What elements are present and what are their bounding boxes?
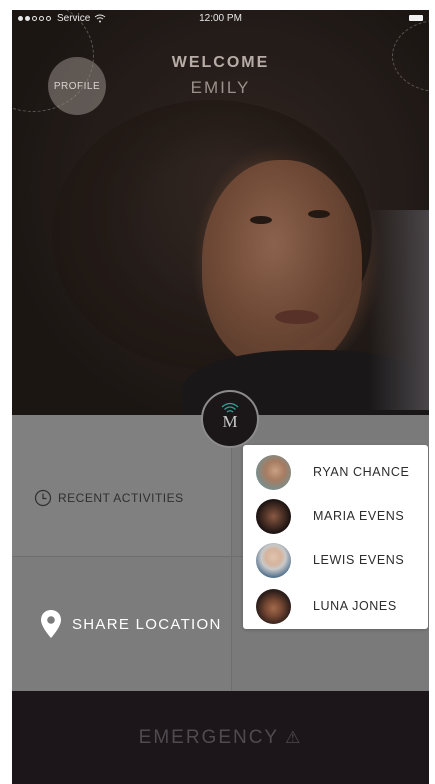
m-button-letter: M: [222, 412, 238, 431]
share-location-label: SHARE LOCATION: [72, 615, 222, 633]
contact-item[interactable]: MARIA EVENS: [243, 494, 428, 538]
app-screen: Service 12:00 PM PROFILE WELCOME EMILY R…: [12, 10, 429, 784]
contact-avatar: [256, 454, 291, 490]
status-time: 12:00 PM: [199, 13, 242, 24]
contact-item[interactable]: RYAN CHANCE: [243, 450, 428, 494]
user-name: EMILY: [190, 78, 251, 97]
contact-name: MARIA EVENS: [313, 509, 405, 523]
share-location-tile[interactable]: SHARE LOCATION: [12, 557, 232, 691]
contact-avatar: [256, 542, 291, 578]
contact-avatar: [256, 498, 291, 534]
warning-triangle-icon: ⚠: [285, 727, 303, 747]
m-center-button[interactable]: M: [201, 390, 259, 448]
signal-waves-icon: [221, 402, 239, 413]
recent-activities-label: RECENT ACTIVITIES: [58, 491, 184, 505]
location-pin-icon: [41, 610, 61, 638]
welcome-header: WELCOME EMILY: [12, 54, 429, 98]
status-bar: Service 12:00 PM: [12, 10, 429, 28]
contact-avatar: [256, 588, 291, 624]
emergency-label: EMERGENCY: [138, 726, 280, 748]
contacts-popup: RYAN CHANCE MARIA EVENS LEWIS EVENS LUNA…: [243, 445, 428, 629]
contact-item[interactable]: LUNA JONES: [243, 584, 428, 628]
contact-name: LUNA JONES: [313, 599, 397, 613]
welcome-label: WELCOME: [171, 54, 270, 71]
recent-activities-tile[interactable]: RECENT ACTIVITIES: [12, 415, 232, 557]
emergency-button[interactable]: EMERGENCY ⚠: [12, 691, 429, 784]
contact-name: LEWIS EVENS: [313, 553, 405, 567]
contact-name: RYAN CHANCE: [313, 465, 410, 479]
clock-icon: [34, 489, 52, 507]
battery-icon: [409, 15, 423, 21]
contact-item[interactable]: LEWIS EVENS: [243, 538, 428, 582]
